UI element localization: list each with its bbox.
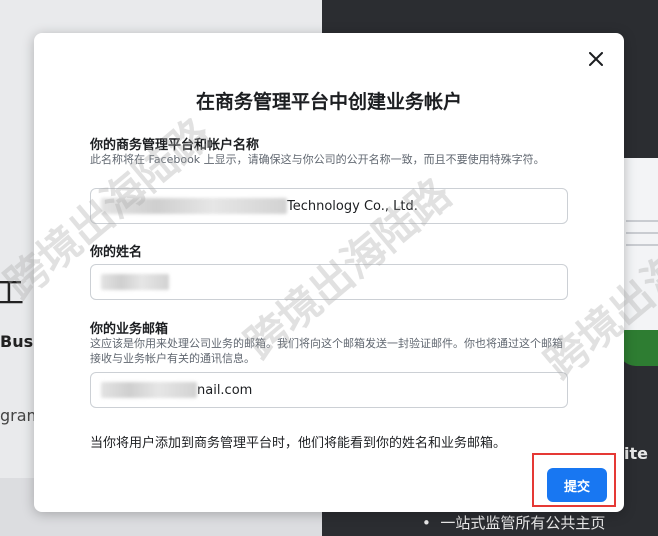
- background-card-accent: [618, 330, 658, 366]
- your-name-input[interactable]: [90, 264, 568, 300]
- visibility-note: 当你将用户添加到商务管理平台时，他们将能看到你的姓名和业务邮箱。: [90, 436, 507, 451]
- background-right-bullet: • 一站式监管所有公共主页: [422, 512, 605, 533]
- background-right-heading: ite: [624, 444, 648, 463]
- background-card-line: [626, 244, 658, 246]
- dialog-title: 在商务管理平台中创建业务帐户: [195, 91, 462, 113]
- bullet-dot-icon: •: [422, 514, 441, 532]
- close-icon: [589, 52, 603, 66]
- background-card-line: [626, 232, 658, 234]
- business-email-value: nail.com: [197, 382, 253, 398]
- background-right-bullet-text: 一站式监管所有公共主页: [440, 514, 606, 532]
- business-name-help: 此名称将在 Facebook 上显示，请确保这与你公司的公开名称一致，而且不要使…: [90, 153, 545, 166]
- business-name-input[interactable]: Technology Co., Ltd.: [90, 188, 568, 224]
- create-business-account-dialog: 在商务管理平台中创建业务帐户 你的商务管理平台和帐户名称 此名称将在 Faceb…: [34, 33, 624, 512]
- business-name-value: Technology Co., Ltd.: [287, 198, 418, 214]
- background-preview-card: [618, 158, 658, 358]
- your-name-label: 你的姓名: [90, 245, 143, 260]
- business-email-help: 这应该是你用来处理公司业务的邮箱。我们将向这个邮箱发送一封验证邮件。你也将通过这…: [90, 337, 563, 365]
- background-card-line: [626, 220, 658, 222]
- business-email-input[interactable]: nail.com: [90, 372, 568, 408]
- redacted-text: [101, 198, 287, 214]
- submit-button[interactable]: 提交: [547, 468, 607, 502]
- redacted-text: [101, 274, 169, 290]
- background-subheading: Bus: [0, 332, 34, 351]
- business-email-label: 你的业务邮箱: [90, 322, 169, 337]
- business-name-label: 你的商务管理平台和帐户名称: [90, 138, 260, 153]
- redacted-text: [101, 382, 197, 398]
- background-heading-glyph: 工: [0, 276, 24, 311]
- close-button[interactable]: [586, 49, 606, 69]
